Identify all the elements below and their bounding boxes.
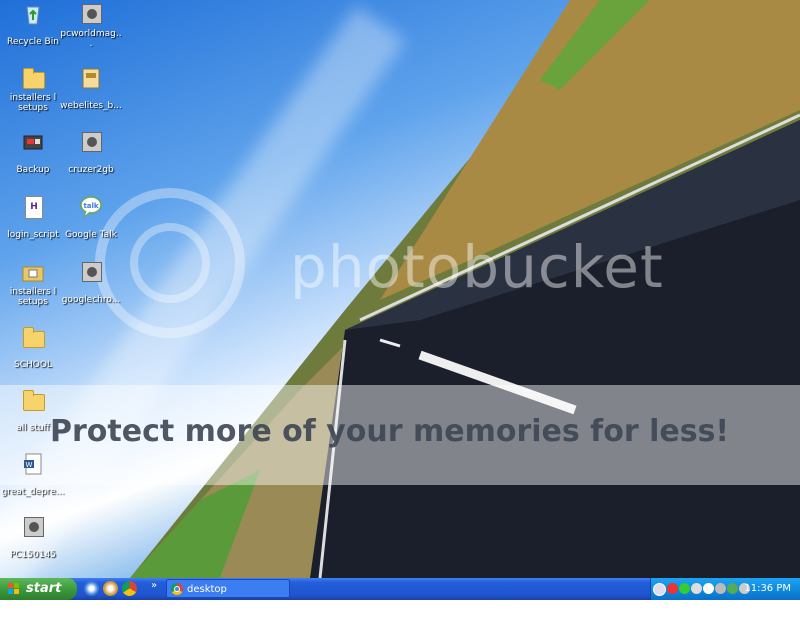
desktop-icon-googlechrome[interactable]: googlechro...: [58, 260, 124, 306]
desktop-icon-installers-setups[interactable]: installers l setups: [0, 66, 66, 114]
tray-app-icon-1[interactable]: [667, 583, 678, 594]
desktop-icon-label: Google Talk: [65, 230, 117, 240]
gimp-image-icon: [79, 2, 103, 26]
desktop-icon-label: great_depre...: [1, 487, 65, 497]
word-document-icon: W: [21, 452, 45, 476]
tray-expand-icon[interactable]: [653, 583, 666, 596]
desktop-icon-label: Recycle Bin: [7, 37, 59, 47]
system-tray: 11:36 PM: [650, 578, 800, 600]
desktop-icon-label: pcworldmag...: [60, 29, 122, 49]
quicklaunch-overflow-button[interactable]: »: [151, 580, 157, 591]
desktop-icon-label: installers l setups: [9, 287, 57, 307]
archive-icon: [79, 66, 103, 90]
desktop-icon-great-depression[interactable]: W great_depre...: [0, 452, 66, 498]
script-file-icon: H: [21, 195, 45, 219]
desktop-icon-webelites[interactable]: webelites_b...: [58, 66, 124, 112]
chrome-icon: [171, 583, 183, 595]
desktop-icon-label: installers l setups: [9, 93, 57, 113]
windows-logo-icon: [8, 583, 20, 595]
taskbar: start » desktop backgrounds... 11:36 PM: [0, 578, 800, 614]
folder-icon: [21, 325, 45, 349]
desktop-icon-pcworldmag[interactable]: pcworldmag...: [58, 2, 124, 50]
tray-messenger-icon[interactable]: [703, 583, 714, 594]
gimp-image-icon: [79, 260, 103, 284]
recycle-bin-icon: [21, 2, 45, 26]
desktop-icon-google-talk[interactable]: talk Google Talk: [58, 195, 124, 241]
quicklaunch-chrome-icon[interactable]: [122, 581, 137, 596]
google-talk-icon: talk: [79, 195, 103, 219]
desktop-icon-label: Backup: [16, 165, 50, 175]
desktop-icon-label: webelites_b...: [60, 101, 122, 111]
quicklaunch-ie-icon[interactable]: [84, 581, 99, 596]
desktop-icon-label: login_script: [7, 230, 59, 240]
tray-app-icon-2[interactable]: [679, 583, 690, 594]
desktop-icon-installers-setups-zip[interactable]: installers l setups: [0, 260, 66, 308]
svg-text:W: W: [26, 461, 33, 469]
gimp-image-icon: [21, 515, 45, 539]
start-label: start: [26, 581, 62, 596]
desktop-icon-label: SCHOOL: [14, 360, 52, 370]
watermark-brand: photobucket: [290, 233, 664, 301]
start-button[interactable]: start: [0, 578, 77, 600]
desktop-icon-cruzer2gb[interactable]: cruzer2gb: [58, 130, 124, 176]
desktop: photobucket Protect more of your memorie…: [0, 0, 800, 578]
desktop-icon-label: PC150145: [9, 550, 57, 560]
desktop-icon-pc150145[interactable]: PC150145: [0, 515, 66, 561]
desktop-icon-label: cruzer2gb: [68, 165, 114, 175]
folder-icon: [21, 388, 45, 412]
svg-text:talk: talk: [83, 202, 98, 210]
desktop-icon-label: googlechro...: [61, 295, 121, 305]
desktop-icon-backup[interactable]: Backup: [0, 130, 66, 176]
quicklaunch-media-icon[interactable]: [103, 581, 118, 596]
tray-network-icon[interactable]: [691, 583, 702, 594]
task-label: desktop backgrounds...: [187, 584, 261, 614]
desktop-icon-school[interactable]: SCHOOL: [0, 325, 66, 371]
desktop-icon-label: all stuff: [16, 423, 50, 433]
zip-folder-icon: [21, 260, 45, 284]
backup-icon: [21, 130, 45, 154]
desktop-icon-login-script[interactable]: H login_script: [0, 195, 66, 241]
folder-icon: [21, 66, 45, 90]
clock[interactable]: 11:36 PM: [744, 578, 791, 600]
watermark-tagline: Protect more of your memories for less!: [50, 414, 730, 449]
tray-volume-icon[interactable]: [715, 583, 726, 594]
desktop-icon-all-stuff[interactable]: all stuff: [0, 388, 66, 434]
watermark-ring-inner: [130, 223, 210, 303]
tray-security-icon[interactable]: [727, 583, 738, 594]
gimp-image-icon: [79, 130, 103, 154]
desktop-icon-recycle-bin[interactable]: Recycle Bin: [0, 2, 66, 48]
taskbar-button-chrome-window[interactable]: desktop backgrounds...: [166, 579, 290, 614]
